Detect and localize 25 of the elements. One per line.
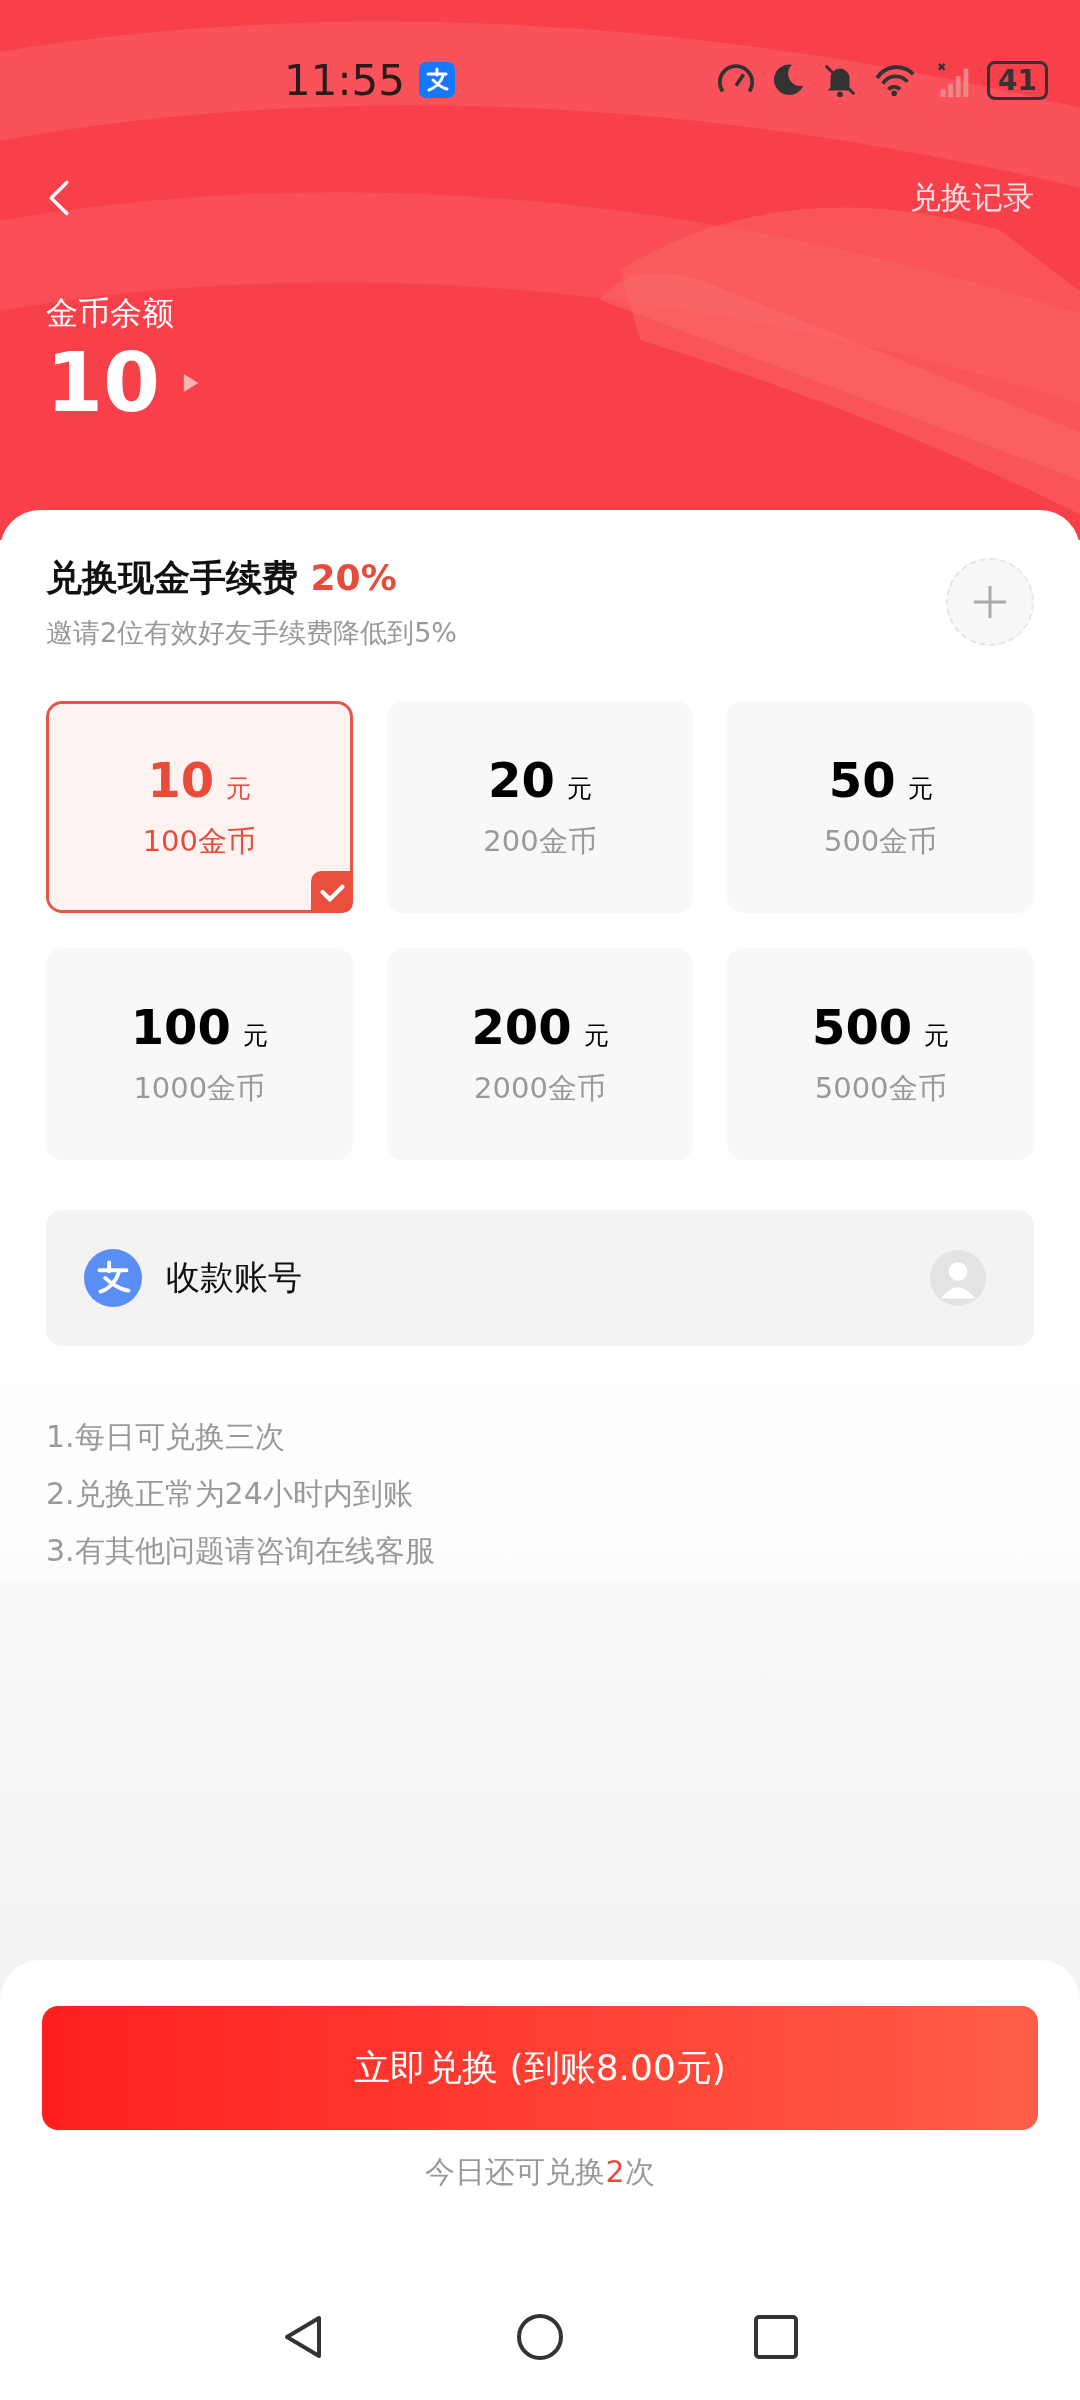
battery-indicator: 41: [987, 60, 1048, 100]
status-time: 11:55: [284, 55, 406, 105]
avatar-icon: [930, 1250, 986, 1306]
fee-rate: 20%: [310, 557, 397, 598]
rule-text: 3.有其他问题请咨询在线客服: [46, 1532, 436, 1570]
rule-text: 2.兑换正常为24小时内到账: [46, 1475, 414, 1513]
amount-option[interactable]: 10 元 100金币: [46, 701, 353, 913]
payment-app-icon: [419, 62, 456, 98]
amount-option[interactable]: 50 元 500金币: [727, 701, 1034, 913]
home-nav-icon[interactable]: [515, 2312, 565, 2362]
fee-subtitle: 邀请2位有效好友手续费降低到5%: [46, 616, 458, 650]
fee-title: 兑换现金手续费: [46, 557, 298, 598]
recents-nav-icon[interactable]: [751, 2312, 801, 2362]
payment-account-row[interactable]: 收款账号: [46, 1210, 1034, 1346]
balance-label: 金币余额: [46, 293, 174, 334]
amount-option[interactable]: 200 元 2000金币: [386, 948, 694, 1160]
balance-value: 10: [46, 342, 161, 424]
amount-option[interactable]: 20 元 200金币: [386, 701, 694, 913]
exchange-button[interactable]: 立即兑换 (到账8.00元): [42, 2006, 1038, 2130]
amount-option[interactable]: 100 元 1000金币: [46, 948, 353, 1160]
rule-text: 1.每日可兑换三次: [46, 1418, 286, 1456]
remaining-count-text: 今日还可兑换2次: [425, 2153, 655, 2191]
payment-app-icon: [84, 1249, 142, 1307]
check-icon: [310, 871, 353, 913]
amount-option[interactable]: 500 元 5000金币: [727, 948, 1034, 1160]
